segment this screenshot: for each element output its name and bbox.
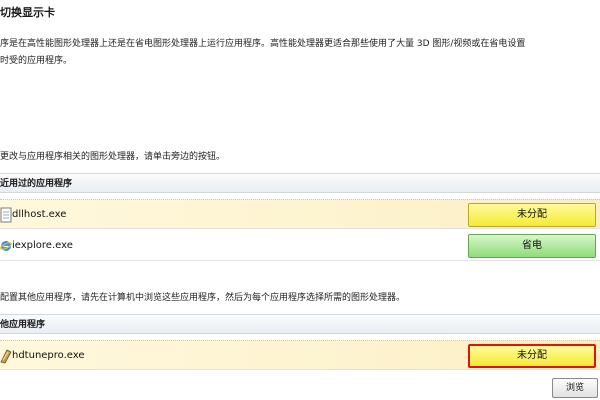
dllhost-app-icon (0, 207, 12, 223)
other-apps-instruction: 配置其他应用程序，请先在计算机中浏览这些应用程序，然后为每个应用程序选择所需的图… (0, 293, 406, 303)
hdtune-app-icon (0, 349, 12, 364)
app-row-iexplore[interactable]: iexplore.exe 省电 (0, 231, 600, 261)
gpu-select-button[interactable]: 省电 (468, 234, 596, 258)
gpu-select-button[interactable]: 未分配 (468, 203, 596, 227)
recent-apps-instruction: 更改与应用程序相关的图形处理器，请单击旁边的按钮。 (0, 152, 226, 162)
app-name: hdtunepro.exe (12, 350, 85, 361)
app-row-dllhost[interactable]: dllhost.exe 未分配 (0, 199, 600, 229)
gpu-select-button[interactable]: 未分配 (468, 344, 596, 368)
internet-explorer-icon (0, 241, 12, 251)
window-title: 切换显示卡 (0, 6, 55, 19)
other-apps-header: 他应用程序 (0, 314, 600, 334)
description-line-1: 序是在高性能图形处理器上还是在省电图形处理器上运行应用程序。高性能处理器更适合那… (0, 39, 526, 49)
app-name: iexplore.exe (12, 240, 73, 251)
description-line-2: 时受的应用程序。 (0, 56, 73, 66)
browse-button[interactable]: 浏览 (552, 378, 598, 398)
app-row-hdtunepro[interactable]: hdtunepro.exe 未分配 (0, 340, 600, 370)
recent-apps-header: 近用过的应用程序 (0, 173, 600, 193)
app-name: dllhost.exe (12, 209, 67, 220)
